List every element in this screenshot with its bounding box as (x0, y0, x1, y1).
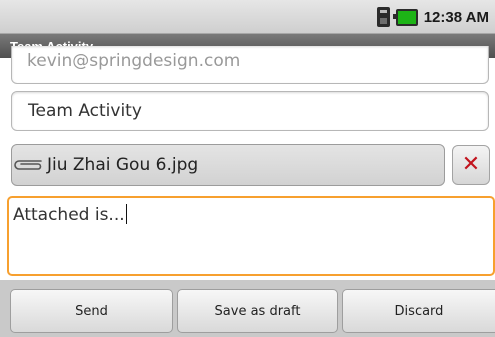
discard-button[interactable]: Discard (342, 289, 495, 333)
remove-attachment-button[interactable]: ✕ (452, 145, 490, 185)
close-x-icon: ✕ (461, 152, 481, 177)
message-body-text: Attached is... (13, 205, 125, 225)
battery-icon (392, 8, 418, 26)
send-button[interactable]: Send (10, 289, 173, 333)
attachment-filename: Jiu Zhai Gou 6.jpg (47, 155, 199, 175)
text-cursor (125, 204, 127, 224)
status-icons: 12:38 AM (376, 6, 489, 28)
paperclip-icon (14, 160, 42, 170)
attachment-item[interactable]: Jiu Zhai Gou 6.jpg (11, 144, 445, 186)
subject-field-value: Team Activity (28, 101, 142, 121)
to-field[interactable]: kevin@springdesign.com (11, 46, 489, 84)
save-draft-button[interactable]: Save as draft (177, 289, 338, 333)
to-field-value: kevin@springdesign.com (27, 51, 241, 71)
action-button-bar: Send Save as draft Discard (0, 280, 495, 337)
subject-field[interactable]: Team Activity (11, 91, 489, 131)
status-clock: 12:38 AM (423, 8, 489, 26)
message-body-field[interactable]: Attached is... (7, 196, 495, 276)
status-bar: 12:38 AM (0, 0, 495, 34)
sim-card-icon (376, 7, 390, 27)
